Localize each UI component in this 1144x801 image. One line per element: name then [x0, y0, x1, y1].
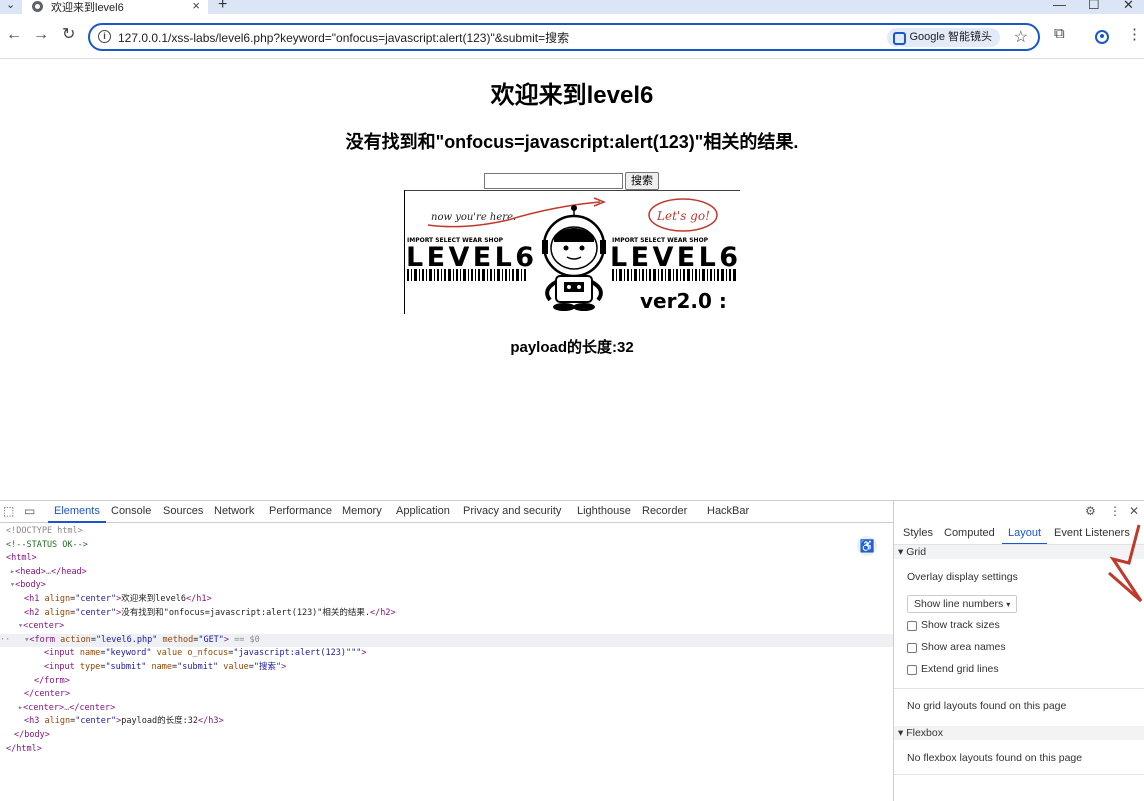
tree-line[interactable]: <h3 align="center">payload的长度:32</h3>: [0, 715, 893, 729]
tree-line[interactable]: <h2 align="center">没有找到和"onfocus=javascr…: [0, 607, 893, 621]
profile-avatar-icon[interactable]: [1095, 30, 1109, 44]
tree-line[interactable]: ▸<head>…</head>: [0, 566, 893, 580]
back-button[interactable]: ←: [6, 27, 22, 43]
tab-application[interactable]: Application: [396, 505, 450, 517]
tree-line[interactable]: </body>: [0, 729, 893, 743]
level6-banner-image: now you're here. Let's go! IMPORT SELECT…: [404, 190, 740, 314]
browser-tab[interactable]: 欢迎来到level6 ×: [22, 0, 208, 14]
level6-logo-right: LEVEL6: [610, 242, 738, 273]
tab-close-button[interactable]: ×: [192, 0, 200, 13]
tree-line[interactable]: <input name="keyword" value o_nfocus="ja…: [0, 647, 893, 661]
tab-sources[interactable]: Sources: [163, 505, 203, 517]
close-window-button[interactable]: ✕: [1123, 0, 1134, 13]
google-lens-button[interactable]: Google 智能镜头: [887, 28, 1000, 47]
extend-lines-label: Extend grid lines: [921, 663, 999, 675]
tree-line-selected[interactable]: ·· ▾<form action="level6.php" method="GET…: [0, 633, 893, 648]
browser-menu-icon[interactable]: ⋮: [1127, 25, 1142, 43]
tree-line[interactable]: <!--STATUS OK-->: [0, 539, 893, 553]
tab-hackbar[interactable]: HackBar: [707, 505, 749, 517]
tree-line[interactable]: </center>: [0, 688, 893, 702]
line-numbers-select[interactable]: Show line numbers ▾: [907, 595, 1017, 613]
result-message: 没有找到和"onfocus=javascript:alert(123)"相关的结…: [345, 132, 799, 152]
tree-line[interactable]: ▾<body>: [0, 579, 893, 593]
chevron-down-icon: ▾: [1006, 600, 1011, 609]
tab-search-button[interactable]: ⌄: [6, 0, 15, 11]
search-submit-button[interactable]: 搜索: [625, 172, 659, 190]
maximize-button[interactable]: ☐: [1088, 0, 1100, 13]
tab-styles[interactable]: Styles: [903, 527, 933, 539]
tree-line[interactable]: <!DOCTYPE html>: [0, 525, 893, 539]
globe-icon: [32, 1, 43, 12]
tab-network[interactable]: Network: [214, 505, 254, 517]
overlay-settings-label: Overlay display settings: [907, 571, 1018, 583]
inspect-element-icon[interactable]: ⬚: [3, 504, 14, 518]
address-bar[interactable]: i 127.0.0.1/xss-labs/level6.php?keyword=…: [88, 23, 1040, 51]
tab-computed[interactable]: Computed: [944, 527, 995, 539]
extensions-icon[interactable]: ⧉: [1054, 25, 1065, 42]
tab-performance[interactable]: Performance: [269, 505, 332, 517]
divider: [894, 688, 1144, 689]
bookmark-star-icon[interactable]: ☆: [1014, 27, 1028, 47]
version-text: ver2.0 :: [640, 289, 727, 313]
site-info-icon[interactable]: i: [98, 30, 111, 43]
annotation-arrow: [1108, 524, 1143, 603]
devtools-panel: ⬚ ▭ Elements Console Sources Network Per…: [0, 500, 1144, 801]
flexbox-section-header[interactable]: ▾ Flexbox: [894, 726, 1144, 740]
tab-title: 欢迎来到level6: [51, 2, 124, 14]
robot-mascot: [542, 205, 606, 311]
level6-logo-left: LEVEL6: [406, 242, 534, 273]
payload-length: payload的长度:32: [510, 339, 634, 356]
page-content: 欢迎来到level6 没有找到和"onfocus=javascript:aler…: [0, 60, 1144, 500]
minimize-button[interactable]: —: [1053, 0, 1066, 12]
tab-lighthouse[interactable]: Lighthouse: [577, 505, 631, 517]
elements-tree: <!DOCTYPE html> <!--STATUS OK--> <html> …: [0, 523, 893, 801]
devtools-sidebar: ⚙ ⋮ ✕ Styles Computed Layout Event Liste…: [893, 501, 1144, 801]
keyword-input[interactable]: [484, 173, 623, 189]
tab-layout[interactable]: Layout: [1001, 527, 1048, 545]
devtools-tab-bar: ⬚ ▭ Elements Console Sources Network Per…: [0, 501, 893, 523]
new-tab-button[interactable]: +: [218, 0, 227, 14]
no-grid-message: No grid layouts found on this page: [907, 700, 1067, 712]
tree-line[interactable]: <input type="submit" name="submit" value…: [0, 661, 893, 675]
divider: [894, 774, 1144, 775]
tree-line[interactable]: ▾<center>: [0, 620, 893, 634]
tree-line[interactable]: </form>: [0, 675, 893, 689]
no-flexbox-message: No flexbox layouts found on this page: [907, 752, 1083, 764]
lets-go-text: Let's go!: [656, 209, 710, 223]
tab-recorder[interactable]: Recorder: [642, 505, 687, 517]
forward-button[interactable]: →: [33, 27, 49, 43]
tree-line[interactable]: <h1 align="center">欢迎来到level6</h1>: [0, 593, 893, 607]
url-text[interactable]: 127.0.0.1/xss-labs/level6.php?keyword="o…: [118, 29, 569, 46]
page-heading: 欢迎来到level6: [490, 82, 654, 109]
tree-line[interactable]: ▸<center>…</center>: [0, 702, 893, 716]
area-names-label: Show area names: [921, 641, 1006, 653]
tab-privacy-security[interactable]: Privacy and security: [463, 505, 561, 517]
browser-toolbar: ← → ↻ i 127.0.0.1/xss-labs/level6.php?ke…: [0, 14, 1144, 59]
tab-memory[interactable]: Memory: [342, 505, 382, 517]
track-sizes-checkbox[interactable]: [907, 621, 917, 631]
reload-button[interactable]: ↻: [62, 27, 75, 43]
tree-line[interactable]: </html>: [0, 743, 893, 757]
track-sizes-label: Show track sizes: [921, 619, 1000, 631]
tab-console[interactable]: Console: [111, 505, 151, 517]
extend-lines-checkbox[interactable]: [907, 665, 917, 675]
area-names-checkbox[interactable]: [907, 643, 917, 653]
device-toolbar-icon[interactable]: ▭: [24, 504, 35, 518]
tree-line[interactable]: <html>: [0, 552, 893, 566]
tab-strip: ⌄ 欢迎来到level6 × + — ☐ ✕: [0, 0, 1144, 14]
accessibility-icon[interactable]: ♿: [857, 536, 877, 556]
tab-elements[interactable]: Elements: [48, 505, 106, 523]
